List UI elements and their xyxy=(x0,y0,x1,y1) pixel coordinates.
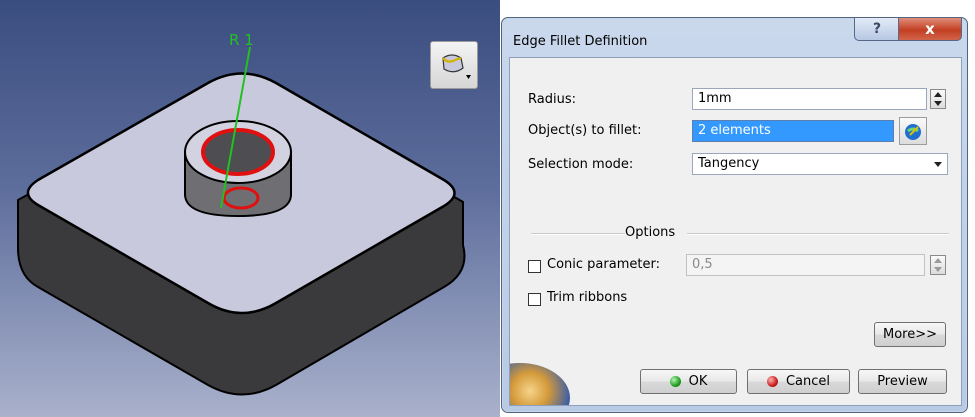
radius-annotation: R 1 xyxy=(229,31,254,49)
options-separator-left xyxy=(531,233,625,235)
edit-selection-icon[interactable] xyxy=(899,117,927,145)
radius-input[interactable]: 1mm xyxy=(692,88,927,110)
preview-button[interactable]: Preview xyxy=(858,369,947,394)
conic-parameter-label: Conic parameter: xyxy=(547,257,660,272)
edge-fillet-dialog: Edge Fillet Definition ? x Radius: 1mm O… xyxy=(501,17,968,413)
options-separator-right xyxy=(687,233,949,235)
chevron-down-icon xyxy=(934,162,942,167)
part-model xyxy=(17,46,466,396)
trim-ribbons-checkbox[interactable] xyxy=(528,293,541,306)
conic-parameter-spinner[interactable] xyxy=(930,255,946,275)
catia-corner-decoration xyxy=(510,363,570,405)
cancel-label: Cancel xyxy=(785,374,831,389)
edge-fillet-tool-icon[interactable] xyxy=(430,41,478,89)
ok-label: OK xyxy=(688,374,708,389)
selection-mode-select[interactable]: Tangency xyxy=(692,153,948,175)
options-heading: Options xyxy=(625,225,676,240)
objects-label: Object(s) to fillet: xyxy=(528,123,642,138)
ok-icon xyxy=(669,376,681,387)
cancel-icon xyxy=(766,376,778,387)
selection-mode-label: Selection mode: xyxy=(528,157,634,172)
selection-mode-value: Tangency xyxy=(698,156,760,171)
conic-parameter-input[interactable]: 0,5 xyxy=(686,254,925,276)
trim-ribbons-label: Trim ribbons xyxy=(547,290,628,305)
ok-button[interactable]: OK xyxy=(640,369,737,394)
conic-parameter-checkbox[interactable] xyxy=(528,260,541,273)
more-button[interactable]: More>> xyxy=(874,322,946,347)
radius-label: Radius: xyxy=(528,92,576,107)
close-button[interactable]: x xyxy=(898,18,962,41)
objects-to-fillet-field[interactable]: 2 elements xyxy=(692,120,894,142)
dialog-client-area: Radius: 1mm Object(s) to fillet: 2 eleme… xyxy=(509,57,962,406)
help-button[interactable]: ? xyxy=(854,18,900,41)
radius-spinner[interactable] xyxy=(930,89,946,109)
cancel-button[interactable]: Cancel xyxy=(747,369,850,394)
dialog-title: Edge Fillet Definition xyxy=(513,34,648,49)
dialog-titlebar[interactable]: Edge Fillet Definition ? x xyxy=(502,18,967,56)
boss-hole xyxy=(201,128,275,176)
3d-viewport[interactable]: R 1 xyxy=(0,0,500,417)
